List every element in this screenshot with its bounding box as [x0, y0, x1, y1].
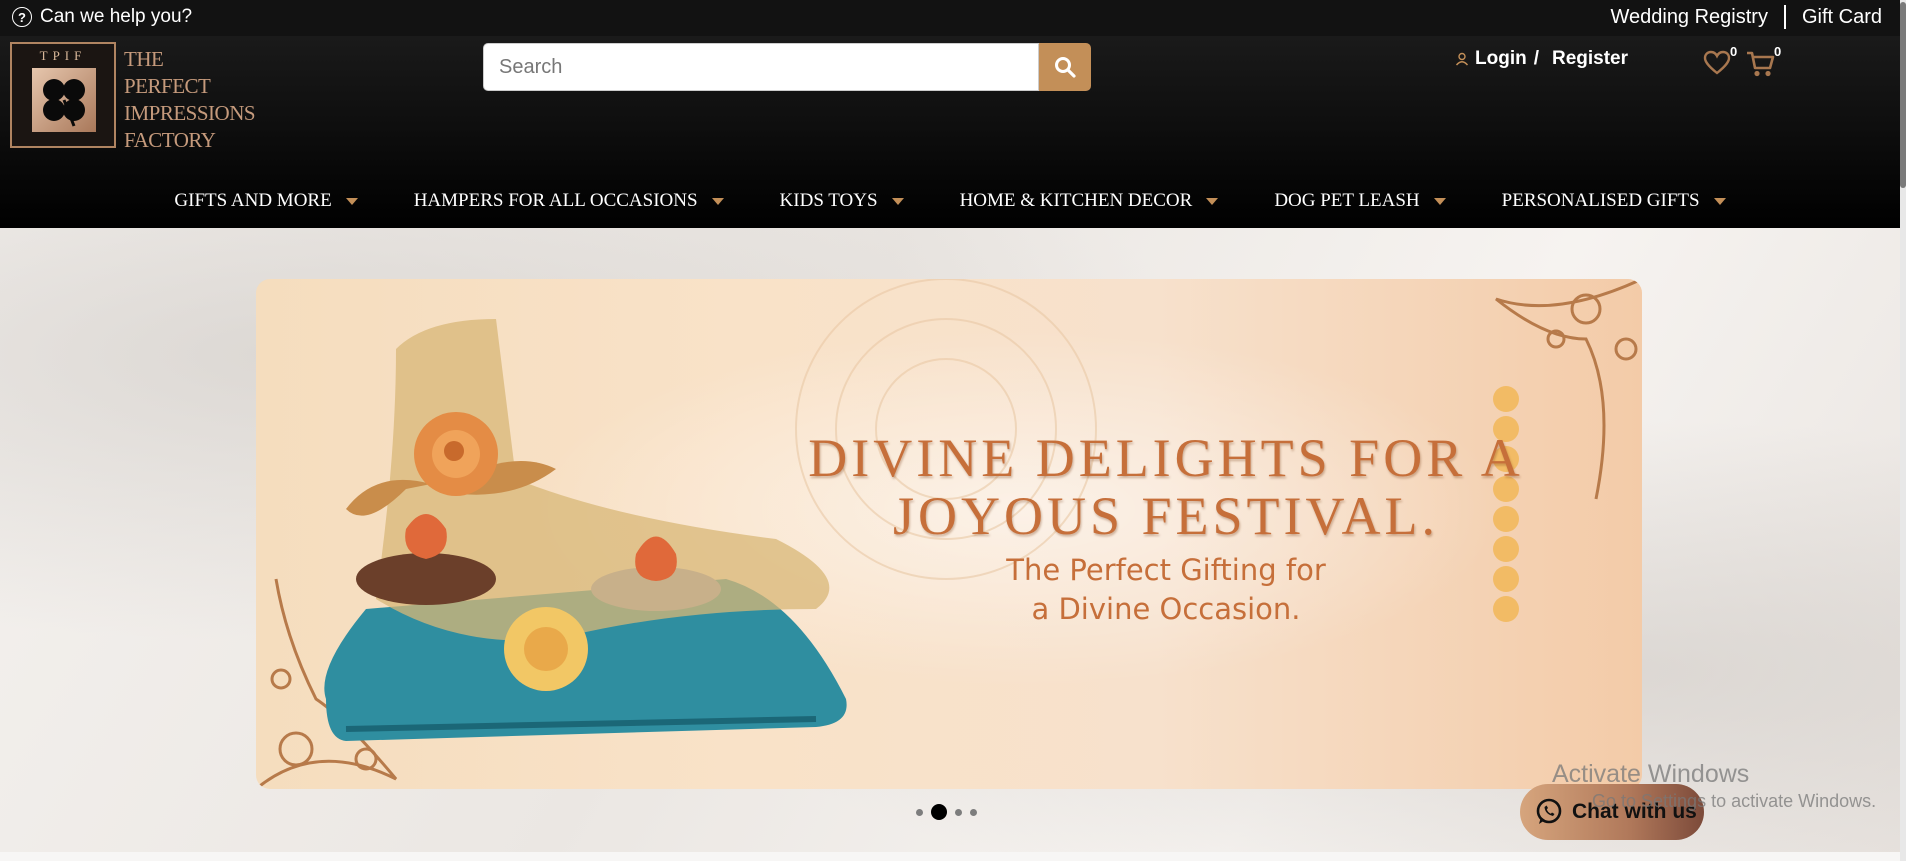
- gift-card-link[interactable]: Gift Card: [1802, 6, 1882, 29]
- top-bar: ? Can we help you? Wedding Registry Gift…: [0, 0, 1900, 36]
- logo-badge: TPIF: [10, 42, 116, 148]
- register-link[interactable]: Register: [1552, 48, 1628, 70]
- caret-down-icon: [1713, 197, 1726, 205]
- caret-down-icon: [345, 197, 358, 205]
- question-icon: ?: [12, 7, 32, 27]
- carousel-dot-active[interactable]: [931, 804, 947, 820]
- caret-down-icon: [1433, 197, 1446, 205]
- login-link[interactable]: Login: [1475, 48, 1527, 70]
- carousel-indicators: [916, 804, 977, 820]
- content-edge: [0, 852, 1900, 861]
- nav-item-dog-pet-leash[interactable]: DOG PET LEASH: [1274, 190, 1446, 212]
- caret-down-icon: [1206, 197, 1219, 205]
- banner-headline: DIVINE DELIGHTS FOR A JOYOUS FESTIVAL.: [808, 428, 1524, 546]
- hero-banner[interactable]: DIVINE DELIGHTS FOR A JOYOUS FESTIVAL. T…: [256, 279, 1642, 789]
- banner-subline: a Divine Occasion.: [1031, 592, 1301, 626]
- clover-icon: [32, 68, 96, 132]
- carousel-dot[interactable]: [970, 808, 977, 816]
- logo-badge-letters: TPIF: [39, 48, 87, 63]
- banner-subline: The Perfect Gifting for: [1006, 553, 1326, 587]
- caret-down-icon: [891, 197, 904, 205]
- search-bar: [483, 43, 1091, 91]
- scrollbar-thumb[interactable]: [1900, 2, 1906, 188]
- cart-icon: [1747, 51, 1775, 77]
- account-separator: /: [1533, 48, 1539, 69]
- nav-item-label: KIDS TOYS: [779, 190, 878, 211]
- wishlist-button[interactable]: 0: [1703, 44, 1737, 81]
- nav-item-label: PERSONALISED GIFTS: [1501, 190, 1700, 211]
- top-links: Wedding Registry Gift Card: [1610, 5, 1882, 29]
- user-icon: [1455, 52, 1469, 66]
- search-icon: [1055, 57, 1076, 78]
- logo-wordmark: THE PERFECT IMPRESSIONS FACTORY: [124, 46, 256, 154]
- carousel-dot[interactable]: [916, 808, 923, 816]
- logo-line: FACTORY: [124, 128, 216, 152]
- carousel-dot[interactable]: [955, 808, 962, 816]
- heart-icon: [1703, 50, 1731, 75]
- cart-count: 0: [1774, 44, 1782, 59]
- caret-down-icon: [711, 197, 724, 205]
- windows-activation-watermark: Activate Windows Go to Settings to activ…: [1552, 760, 1876, 812]
- site-header: TPIF THE PERFECT IMPRESSIONS FACTORY Sea…: [0, 36, 1900, 228]
- nav-item-label: GIFTS AND MORE: [174, 190, 332, 211]
- wishlist-count: 0: [1730, 44, 1738, 59]
- nav-item-personalised-gifts[interactable]: PERSONALISED GIFTS: [1502, 190, 1726, 212]
- nav-item-label: HAMPERS FOR ALL OCCASIONS: [413, 190, 698, 211]
- nav-item-label: DOG PET LEASH: [1274, 190, 1420, 211]
- watermark-line: Go to Settings to activate Windows.: [1592, 791, 1877, 811]
- help-link[interactable]: ? Can we help you?: [12, 6, 192, 28]
- nav-item-label: HOME & KITCHEN DECOR: [959, 190, 1193, 211]
- site-logo[interactable]: TPIF THE PERFECT IMPRESSIONS FACTORY: [10, 42, 256, 154]
- search-input[interactable]: [483, 43, 1039, 91]
- banner-subheadline: The Perfect Gifting for a Divine Occasio…: [816, 551, 1516, 629]
- logo-line: THE: [124, 47, 164, 71]
- logo-line: IMPRESSIONS: [124, 101, 256, 125]
- cart-button[interactable]: 0: [1746, 44, 1781, 83]
- main-navigation: GIFTS AND MORE HAMPERS FOR ALL OCCASIONS…: [0, 190, 1900, 212]
- wedding-registry-link[interactable]: Wedding Registry: [1610, 6, 1767, 29]
- nav-item-gifts-and-more[interactable]: GIFTS AND MORE: [174, 190, 358, 212]
- divider: [1783, 5, 1786, 29]
- account-links: Login / Register: [1455, 48, 1628, 70]
- nav-item-hampers[interactable]: HAMPERS FOR ALL OCCASIONS: [414, 190, 724, 212]
- search-button[interactable]: [1039, 43, 1091, 91]
- nav-item-home-kitchen-decor[interactable]: HOME & KITCHEN DECOR: [960, 190, 1219, 212]
- watermark-line: Activate Windows: [1552, 760, 1750, 788]
- help-text: Can we help you?: [40, 6, 193, 27]
- page-scrollbar[interactable]: [1900, 0, 1906, 861]
- logo-line: PERFECT: [124, 74, 211, 98]
- nav-item-kids-toys[interactable]: KIDS TOYS: [780, 190, 904, 212]
